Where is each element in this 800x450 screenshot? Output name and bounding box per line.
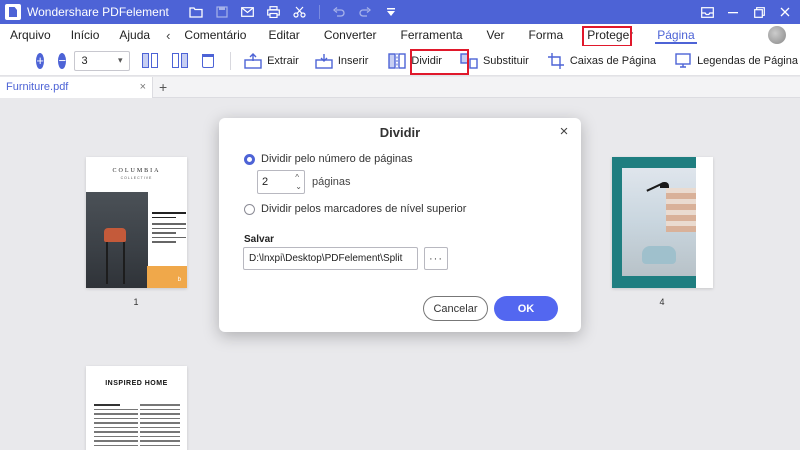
split-by-pages-label: Dividir pelo número de páginas	[261, 153, 413, 165]
radio-unchecked-icon[interactable]	[244, 203, 255, 215]
split-by-pages-option[interactable]: Dividir pelo número de páginas	[244, 153, 413, 165]
save-path-value: D:\lnxpi\Desktop\PDFelement\Split	[249, 253, 403, 264]
radio-checked-icon[interactable]	[244, 153, 255, 165]
save-location-label: Salvar	[244, 234, 275, 245]
dialog-title: Dividir	[379, 125, 421, 140]
dialog-close-icon[interactable]: ×	[555, 122, 573, 140]
browse-folder-button[interactable]: ···	[424, 247, 448, 270]
page-count-stepper[interactable]: 2 ^ ⌄	[257, 170, 305, 194]
save-path-field[interactable]: D:\lnxpi\Desktop\PDFelement\Split	[243, 247, 418, 270]
split-by-bookmarks-label: Dividir pelos marcadores de nível superi…	[261, 203, 467, 215]
page-count-value: 2	[262, 176, 269, 188]
ok-button[interactable]: OK	[494, 296, 558, 321]
split-by-bookmarks-option[interactable]: Dividir pelos marcadores de nível superi…	[244, 203, 466, 215]
page-count-unit: páginas	[312, 176, 351, 188]
cancel-button[interactable]: Cancelar	[423, 296, 488, 321]
stepper-up-icon[interactable]: ^	[295, 173, 302, 182]
dividir-dialog: Dividir × Dividir pelo número de páginas…	[219, 118, 581, 332]
modal-overlay: Dividir × Dividir pelo número de páginas…	[0, 0, 800, 450]
stepper-down-icon[interactable]: ⌄	[295, 182, 302, 191]
